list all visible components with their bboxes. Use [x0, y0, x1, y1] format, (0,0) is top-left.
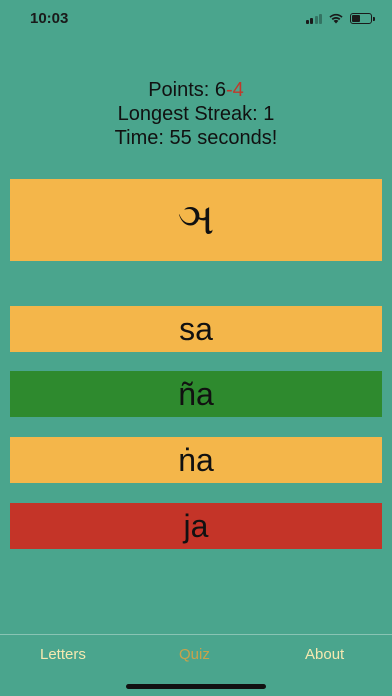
- status-time: 10:03: [30, 10, 69, 27]
- tab-letters[interactable]: Letters: [40, 646, 86, 663]
- answer-button[interactable]: ṅa: [10, 437, 382, 483]
- elapsed-time: Time: 55 seconds!: [114, 127, 278, 149]
- wifi-icon: [329, 13, 343, 24]
- points-line: Points: 6-4: [0, 78, 392, 102]
- answer-label: ña: [178, 375, 214, 412]
- tab-quiz[interactable]: Quiz: [179, 646, 210, 663]
- answer-button[interactable]: sa: [10, 306, 382, 352]
- battery-icon: [350, 12, 375, 24]
- question-letter-card: ઞ: [10, 179, 382, 261]
- answer-label: ṅa: [178, 441, 214, 478]
- status-icons: [305, 12, 375, 24]
- answer-button[interactable]: ja: [10, 503, 382, 549]
- answer-label: sa: [179, 310, 213, 347]
- tab-about[interactable]: About: [305, 646, 344, 663]
- points-label: Points:: [148, 79, 215, 101]
- answer-label: ja: [183, 507, 209, 544]
- battery-level: [352, 14, 360, 22]
- quiz-stats: Points: 6-4 Longest Streak: 1 Time: 55 s…: [0, 78, 392, 150]
- points-correct: 6: [214, 79, 227, 101]
- status-bar: 10:03: [0, 0, 392, 38]
- question-letter: ઞ: [177, 195, 215, 244]
- longest-streak: Longest Streak: 1: [117, 103, 275, 125]
- points-wrong: -4: [226, 79, 244, 101]
- home-indicator[interactable]: [126, 684, 266, 689]
- cellular-signal-icon: [305, 13, 322, 24]
- answer-button[interactable]: ña: [10, 371, 382, 417]
